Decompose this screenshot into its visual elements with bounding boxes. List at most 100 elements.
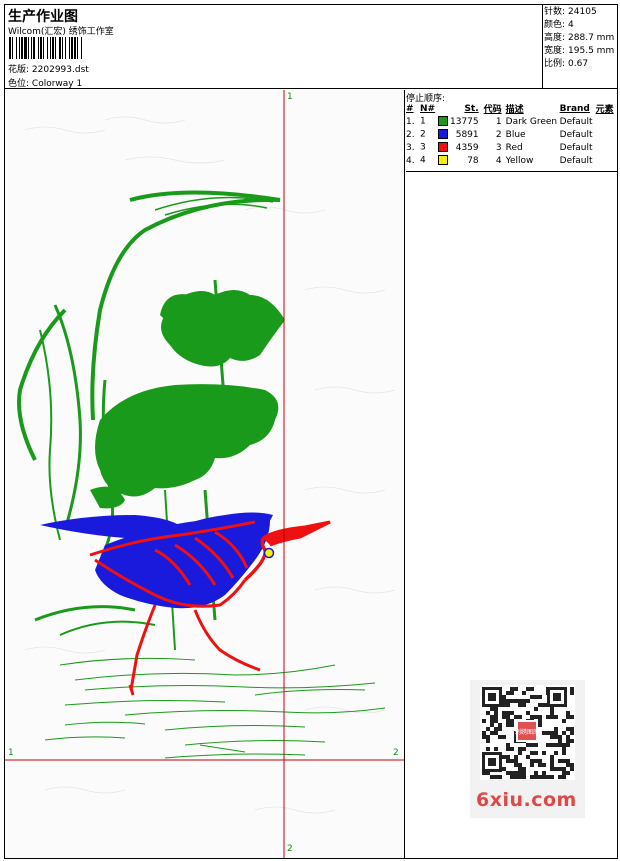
table-cell: Default [560,115,596,128]
qr-module [506,691,510,695]
column-header: Brand [559,103,590,114]
qr-module [502,735,506,739]
design-canvas[interactable]: 1 2 1 2 [5,90,405,858]
table-cell: Yellow [506,154,560,167]
table-row[interactable]: 3. 3 4359 3 Red Default [406,141,617,154]
qr-module [514,775,518,779]
qr-module [562,775,566,779]
qr-module [554,767,558,771]
qr-module [522,699,526,703]
column-header: 元素 [595,105,614,115]
cell-text: 2. [406,129,415,140]
qr-module [502,703,506,707]
table-cell: 3 [479,141,506,154]
qr-module [566,771,570,775]
table-row[interactable]: 2. 2 5891 2 Blue Default [406,128,617,141]
qr-module [530,775,534,779]
qr-module [518,699,522,703]
cell-text: 4359 [455,142,479,153]
qr-module [494,719,498,723]
cell-text: 3. [406,142,415,153]
stat-value: 0.67 [568,59,589,69]
qr-module [546,715,550,719]
qr-module [558,767,562,771]
color-swatch [437,142,448,153]
qr-module [514,699,518,703]
stat-row-width: 宽度: 195.5 mm [544,45,617,58]
cell-text: 5891 [455,129,479,140]
qr-module [554,731,558,735]
qr-module [510,691,514,695]
cell-text: Yellow [505,155,534,166]
cell-text: Dark Green [505,116,558,127]
qr-module [502,715,506,719]
table-cell: 4. [406,154,420,167]
table-row[interactable]: 1. 1 13775 1 Dark Green Default [406,115,617,128]
qr-module [534,695,538,699]
qr-module [566,715,570,719]
table-cell: Default [560,128,596,141]
qr-module [546,743,550,747]
qr-module [490,707,494,711]
stat-label: 针数: [544,7,566,17]
qr-module [502,767,506,771]
qr-module [562,751,566,755]
stat-value: 288.7 mm [568,33,615,43]
qr-module [530,759,534,763]
qr-module [526,687,530,691]
qr-module [538,723,542,727]
cell-text: 13775 [450,116,479,127]
qr-module [506,755,510,759]
qr-module [510,719,514,723]
barcode [9,37,145,59]
qr-module [522,703,526,707]
stat-row-height: 高度: 288.7 mm [544,32,617,45]
qr-module [498,775,502,779]
colorway-label: 色位: [8,79,30,89]
qr-module [570,763,574,767]
cell-text: 3 [420,142,426,153]
qr-module [510,775,514,779]
qr-module [518,771,522,775]
table-cell: 2 [479,128,506,141]
qr-module [546,731,550,735]
qr-stamp-text: 刺绣图库 [515,728,539,736]
qr-module [546,775,550,779]
table-cell: 2 [420,128,450,141]
color-swatch [437,116,448,127]
table-cell: 3. [406,141,420,154]
qr-module [554,735,558,739]
qr-module [506,703,510,707]
qr-module [562,747,566,751]
axis-label-top: 1 [287,92,293,102]
qr-module [526,699,530,703]
qr-module [542,703,546,707]
qr-module [510,759,514,763]
axis-label-bottom: 2 [287,844,293,854]
qr-module [526,743,530,747]
qr-module [570,715,574,719]
qr-module [488,693,496,701]
cell-text: Default [559,142,593,153]
qr-module [482,731,486,735]
qr-module [514,687,518,691]
qr-module [518,767,522,771]
qr-module [542,763,546,767]
qr-module [550,763,554,767]
qr-module [490,731,494,735]
table-row[interactable]: 4. 4 78 4 Yellow Default [406,154,617,167]
cell-text: 1 [420,116,426,127]
stop-sequence-title: 停止顺序: [406,94,446,104]
qr-module [550,767,554,771]
qr-module [494,715,498,719]
axis-label-right: 2 [393,748,399,758]
qr-module [534,751,538,755]
qr-module [550,707,554,711]
qr-module [550,711,554,715]
qr-module [522,747,526,751]
table-cell: 5891 [450,128,479,141]
panel-divider [406,171,617,172]
qr-module [538,703,542,707]
qr-module [494,727,498,731]
barcode-bar [82,37,84,59]
